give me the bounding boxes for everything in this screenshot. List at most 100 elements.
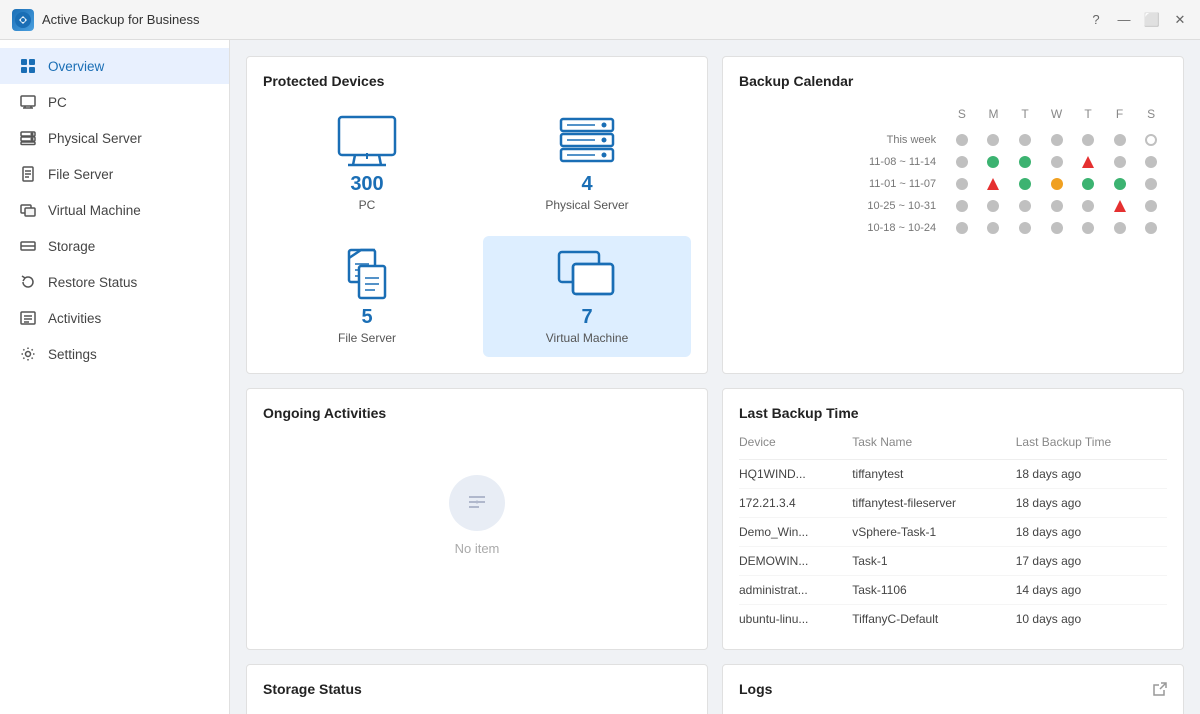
cal-dot [956,134,968,146]
devices-grid: 300 PC [263,103,691,357]
protected-devices-card: Protected Devices 300 PC [246,56,708,374]
storage-status-card: Storage Status [246,664,708,714]
cal-dot-orange [1051,178,1063,190]
device-item-pc[interactable]: 300 PC [263,103,471,224]
cal-dot [1082,134,1094,146]
cal-day-m: M [978,103,1010,129]
cell-task: Task-1106 [852,576,1016,605]
window-controls: ? — ⬜ ✕ [1088,12,1188,28]
cell-task: tiffanytest [852,460,1016,489]
pc-label: PC [359,198,376,212]
sidebar-item-physical-server-label: Physical Server [48,131,142,146]
cell-device: ubuntu-linu... [739,605,852,634]
table-row: administrat... Task-1106 14 days ago [739,576,1167,605]
app-logo [12,9,34,31]
empty-icon [449,475,505,531]
logs-expand-icon[interactable] [1153,682,1167,696]
main-content: Protected Devices 300 PC [230,40,1200,714]
protected-devices-title: Protected Devices [263,73,691,89]
logs-card: Logs [722,664,1184,714]
file-server-device-icon [335,248,399,300]
help-button[interactable]: ? [1088,12,1104,28]
cal-dot [987,156,999,168]
cal-dot [1145,200,1157,212]
cal-day-t1: T [1009,103,1041,129]
physical-server-icon [20,130,38,146]
minimize-button[interactable]: — [1116,12,1132,28]
backup-table: Device Task Name Last Backup Time HQ1WIN… [739,435,1167,633]
calendar-row-1108: 11-08 ~ 11-14 [739,151,1167,173]
sidebar-item-pc-label: PC [48,95,67,110]
sidebar-item-physical-server[interactable]: Physical Server [0,120,229,156]
cal-triangle-red [1082,156,1094,168]
sidebar-item-restore-status-label: Restore Status [48,275,137,290]
cal-dot [1082,200,1094,212]
table-row: ubuntu-linu... TiffanyC-Default 10 days … [739,605,1167,634]
cal-dot [1051,222,1063,234]
cell-device: Demo_Win... [739,518,852,547]
sidebar-item-settings[interactable]: Settings [0,336,229,372]
device-item-virtual-machine[interactable]: 7 Virtual Machine [483,236,691,357]
virtual-machine-count: 7 [581,306,592,329]
cal-dot [1051,156,1063,168]
cell-task: TiffanyC-Default [852,605,1016,634]
cal-dot [987,200,999,212]
calendar-row-thisweek: This week [739,129,1167,151]
logs-header: Logs [739,681,1167,697]
col-device: Device [739,435,852,460]
cal-dot [1019,178,1031,190]
cell-task: vSphere-Task-1 [852,518,1016,547]
cal-dot [987,222,999,234]
calendar-table: S M T W T F S This week [739,103,1167,239]
cell-time: 18 days ago [1016,518,1167,547]
cal-dot [956,178,968,190]
cal-dot [1019,134,1031,146]
no-item-label: No item [455,541,500,556]
last-backup-title: Last Backup Time [739,405,1167,421]
maximize-button[interactable]: ⬜ [1144,12,1160,28]
sidebar-item-restore-status[interactable]: Restore Status [0,264,229,300]
close-button[interactable]: ✕ [1172,12,1188,28]
sidebar: Overview PC [0,40,230,714]
cell-device: 172.21.3.4 [739,489,852,518]
activities-icon [20,310,38,326]
cal-dot [1019,200,1031,212]
device-item-physical-server[interactable]: 4 Physical Server [483,103,691,224]
cal-day-s1: S [946,103,978,129]
restore-status-icon [20,274,38,290]
backup-calendar-card: Backup Calendar S M T W T F S [722,56,1184,374]
physical-server-label: Physical Server [545,198,628,212]
sidebar-item-file-server[interactable]: File Server [0,156,229,192]
week-label-thisweek: This week [739,129,946,151]
cell-device: administrat... [739,576,852,605]
cal-dot [1019,156,1031,168]
sidebar-item-storage[interactable]: Storage [0,228,229,264]
sidebar-item-overview[interactable]: Overview [0,48,229,84]
week-label-1018: 10-18 ~ 10-24 [739,217,946,239]
overview-icon [20,58,38,74]
cell-task: tiffanytest-fileserver [852,489,1016,518]
sidebar-item-virtual-machine[interactable]: Virtual Machine [0,192,229,228]
week-label-1025: 10-25 ~ 10-31 [739,195,946,217]
virtual-machine-label: Virtual Machine [546,331,629,345]
backup-calendar-title: Backup Calendar [739,73,1167,89]
sidebar-item-storage-label: Storage [48,239,95,254]
cell-time: 18 days ago [1016,489,1167,518]
sidebar-item-pc[interactable]: PC [0,84,229,120]
cal-dot [1019,222,1031,234]
sidebar-item-settings-label: Settings [48,347,97,362]
cal-dot [1114,156,1126,168]
cal-day-f: F [1104,103,1136,129]
app-body: Overview PC [0,40,1200,714]
sidebar-item-activities[interactable]: Activities [0,300,229,336]
device-item-file-server[interactable]: 5 File Server [263,236,471,357]
settings-icon [20,346,38,362]
cal-dot [956,156,968,168]
physical-server-count: 4 [581,173,592,196]
pc-device-icon [335,115,399,167]
cell-task: Task-1 [852,547,1016,576]
cal-triangle-red [987,178,999,190]
week-label-1108: 11-08 ~ 11-14 [739,151,946,173]
cal-day-t2: T [1072,103,1104,129]
table-row: 172.21.3.4 tiffanytest-fileserver 18 day… [739,489,1167,518]
